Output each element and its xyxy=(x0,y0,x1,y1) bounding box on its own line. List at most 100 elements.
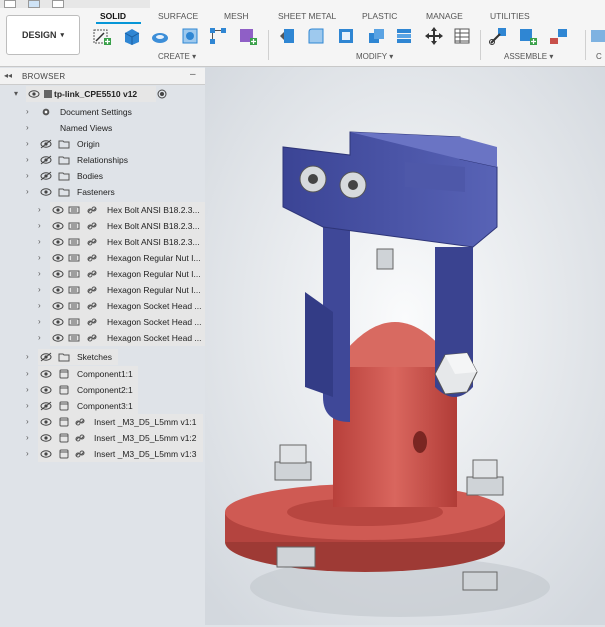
browser-row-insert-2[interactable]: › Insert _M3_D5_L5mm v1:2 xyxy=(26,430,203,446)
eye-icon[interactable] xyxy=(40,369,52,379)
chevron-right-icon[interactable]: › xyxy=(26,433,34,442)
chevron-right-icon[interactable]: › xyxy=(26,123,34,132)
chevron-right-icon[interactable]: › xyxy=(38,301,46,310)
eye-icon[interactable] xyxy=(52,333,64,343)
shell-icon[interactable] xyxy=(336,26,356,46)
browser-row-named-views[interactable]: › Named Views xyxy=(26,120,206,136)
new-component-icon[interactable] xyxy=(238,26,258,46)
browser-row-insert-3[interactable]: › Insert _M3_D5_L5mm v1:3 xyxy=(26,446,203,462)
chevron-right-icon[interactable]: › xyxy=(38,237,46,246)
tab-surface[interactable]: SURFACE xyxy=(158,11,198,21)
chevron-right-icon[interactable]: › xyxy=(26,385,34,394)
eye-icon[interactable] xyxy=(52,221,64,231)
chevron-right-icon[interactable]: › xyxy=(26,107,34,116)
tab-utilities[interactable]: UTILITIES xyxy=(490,11,530,21)
browser-row-fasteners[interactable]: › Fasteners xyxy=(26,184,188,200)
press-pull-icon[interactable] xyxy=(278,26,298,46)
eye-icon[interactable] xyxy=(52,253,64,263)
browser-row-document-settings[interactable]: › Document Settings xyxy=(26,104,206,120)
extrude-icon[interactable] xyxy=(122,26,142,46)
offset-face-icon[interactable] xyxy=(394,26,414,46)
chevron-down-icon[interactable]: ▾ xyxy=(14,89,22,98)
browser-row-hex-bolt-3[interactable]: › Hex Bolt ANSI B18.2.3... xyxy=(38,234,205,250)
chevron-right-icon[interactable]: › xyxy=(38,285,46,294)
revolve-icon[interactable] xyxy=(150,26,170,46)
assemble-group-label[interactable]: ASSEMBLE ▾ xyxy=(504,52,553,61)
eye-hidden-icon[interactable] xyxy=(40,401,52,411)
construct-icon[interactable] xyxy=(590,26,605,46)
browser-minimize-icon[interactable]: – xyxy=(190,69,196,80)
chevron-right-icon[interactable]: › xyxy=(26,401,34,410)
save-icon[interactable] xyxy=(52,0,64,8)
chevron-right-icon[interactable]: › xyxy=(26,369,34,378)
eye-icon[interactable] xyxy=(52,301,64,311)
chevron-right-icon[interactable]: › xyxy=(38,253,46,262)
browser-row-component1[interactable]: › Component1:1 xyxy=(26,366,138,382)
joint-icon[interactable] xyxy=(488,26,508,46)
browser-row-hex-bolt-1[interactable]: › Hex Bolt ANSI B18.2.3... xyxy=(38,202,205,218)
hole-icon[interactable] xyxy=(180,26,200,46)
eye-icon[interactable] xyxy=(40,433,52,443)
eye-hidden-icon[interactable] xyxy=(40,352,52,362)
browser-row-sketches[interactable]: › Sketches xyxy=(26,349,118,365)
file-icon[interactable] xyxy=(28,0,40,8)
new-joint-icon[interactable] xyxy=(518,26,538,46)
tab-solid[interactable]: SOLID xyxy=(100,11,126,21)
eye-icon[interactable] xyxy=(52,205,64,215)
construct-group-label[interactable]: C xyxy=(596,52,602,61)
modify-group-label[interactable]: MODIFY ▾ xyxy=(356,52,393,61)
chevron-right-icon[interactable]: › xyxy=(26,352,34,361)
combine-icon[interactable] xyxy=(366,26,386,46)
chevron-right-icon[interactable]: › xyxy=(38,205,46,214)
chevron-right-icon[interactable]: › xyxy=(26,171,34,180)
pattern-icon[interactable] xyxy=(208,26,228,46)
browser-row-hex-nut-1[interactable]: › Hexagon Regular Nut I... xyxy=(38,250,205,266)
tab-manage[interactable]: MANAGE xyxy=(426,11,463,21)
collapse-browser-icon[interactable]: ◂◂ xyxy=(4,71,12,80)
browser-row-insert-1[interactable]: › Insert _M3_D5_L5mm v1:1 xyxy=(26,414,203,430)
active-component-radio-icon[interactable] xyxy=(156,89,168,99)
move-icon[interactable] xyxy=(424,26,444,46)
eye-hidden-icon[interactable] xyxy=(40,139,52,149)
browser-row-socket-head-2[interactable]: › Hexagon Socket Head ... xyxy=(38,314,205,330)
parameters-icon[interactable] xyxy=(452,26,472,46)
browser-row-component3[interactable]: › Component3:1 xyxy=(26,398,138,414)
browser-row-hex-nut-3[interactable]: › Hexagon Regular Nut I... xyxy=(38,282,205,298)
chevron-right-icon[interactable]: › xyxy=(38,221,46,230)
as-built-joint-icon[interactable] xyxy=(548,26,568,46)
chevron-right-icon[interactable]: › xyxy=(26,417,34,426)
chevron-right-icon[interactable]: › xyxy=(26,187,34,196)
browser-row-socket-head-3[interactable]: › Hexagon Socket Head ... xyxy=(38,330,205,346)
grid-icon[interactable] xyxy=(4,0,16,8)
chevron-right-icon[interactable]: › xyxy=(38,317,46,326)
viewport-canvas[interactable] xyxy=(205,67,605,625)
eye-icon[interactable] xyxy=(40,449,52,459)
chevron-right-icon[interactable]: › xyxy=(38,269,46,278)
eye-icon[interactable] xyxy=(40,417,52,427)
create-sketch-icon[interactable] xyxy=(92,26,112,46)
browser-row-relationships[interactable]: › Relationships xyxy=(26,152,188,168)
tab-plastic[interactable]: PLASTIC xyxy=(362,11,397,21)
browser-row-hex-nut-2[interactable]: › Hexagon Regular Nut I... xyxy=(38,266,205,282)
tab-sheet-metal[interactable]: SHEET METAL xyxy=(278,11,336,21)
eye-icon[interactable] xyxy=(52,237,64,247)
fillet-icon[interactable] xyxy=(306,26,326,46)
browser-row-bodies[interactable]: › Bodies xyxy=(26,168,188,184)
browser-row-hex-bolt-2[interactable]: › Hex Bolt ANSI B18.2.3... xyxy=(38,218,205,234)
browser-row-origin[interactable]: › Origin xyxy=(26,136,188,152)
browser-row-socket-head-1[interactable]: › Hexagon Socket Head ... xyxy=(38,298,205,314)
eye-icon[interactable] xyxy=(40,187,52,197)
chevron-right-icon[interactable]: › xyxy=(26,449,34,458)
chevron-right-icon[interactable]: › xyxy=(26,155,34,164)
create-group-label[interactable]: CREATE ▾ xyxy=(158,52,196,61)
eye-icon[interactable] xyxy=(40,385,52,395)
chevron-right-icon[interactable]: › xyxy=(26,139,34,148)
eye-hidden-icon[interactable] xyxy=(40,155,52,165)
tab-mesh[interactable]: MESH xyxy=(224,11,249,21)
eye-icon[interactable] xyxy=(52,285,64,295)
workspace-switcher-button[interactable]: DESIGN ▾ xyxy=(6,15,80,55)
browser-row-component2[interactable]: › Component2:1 xyxy=(26,382,138,398)
eye-hidden-icon[interactable] xyxy=(40,171,52,181)
browser-root-row[interactable]: ▾ tp-link_CPE5510 v12 xyxy=(14,86,167,102)
chevron-right-icon[interactable]: › xyxy=(38,333,46,342)
